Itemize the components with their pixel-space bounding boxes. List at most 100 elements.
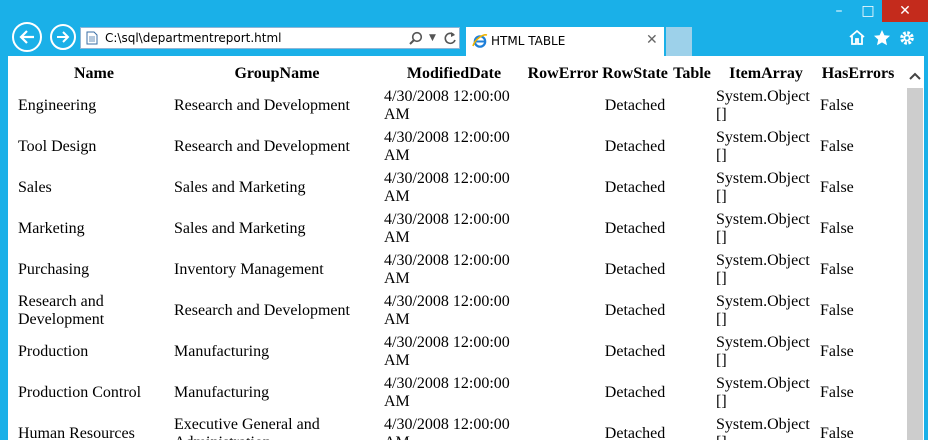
gear-icon[interactable] (898, 29, 916, 52)
cell-groupname: Sales and Marketing (174, 178, 306, 196)
cell-itemarray: System.Object[] (716, 251, 810, 287)
cell-rowstate: Detached (604, 96, 666, 114)
table-row: Production Control Manufacturing 4/30/2008… (16, 372, 898, 413)
header-rowstate: RowState (602, 65, 668, 82)
cell-rowstate: Detached (604, 137, 666, 155)
cell-table (670, 85, 714, 126)
cell-groupname: Manufacturing (174, 342, 270, 360)
cell-rowerror (526, 413, 600, 440)
cell-rowstate: Detached (604, 260, 666, 278)
cell-itemarray: System.Object[] (716, 415, 810, 440)
cell-name: Production (18, 342, 89, 360)
department-table: Name GroupName ModifiedDate RowError Row… (16, 64, 898, 440)
cell-rowstate: Detached (604, 178, 666, 196)
cell-modifieddate: 4/30/2008 12:00:00 AM (384, 169, 510, 205)
header-groupname: GroupName (234, 65, 320, 82)
cell-groupname: Manufacturing (174, 383, 270, 401)
cell-name: Production Control (18, 383, 142, 401)
cell-haserrors: False (820, 137, 854, 155)
tab-close-button[interactable]: ✕ (646, 32, 658, 48)
cell-haserrors: False (820, 383, 854, 401)
cell-name: Marketing (18, 219, 85, 237)
cell-groupname: Executive General and Administration (174, 415, 320, 440)
cell-modifieddate: 4/30/2008 12:00:00 AM (384, 128, 510, 164)
search-icon[interactable] (409, 31, 423, 50)
cell-rowerror (526, 208, 600, 249)
cell-table (670, 126, 714, 167)
table-row: Production Manufacturing 4/30/2008 12:00:0… (16, 331, 898, 372)
page-icon (86, 31, 98, 50)
cell-itemarray: System.Object[] (716, 128, 810, 164)
cell-table (670, 372, 714, 413)
cell-itemarray: System.Object[] (716, 210, 810, 246)
cell-modifieddate: 4/30/2008 12:00:00 AM (384, 374, 510, 410)
table-row: Tool Design Research and Development 4/30/… (16, 126, 898, 167)
cell-rowerror (526, 126, 600, 167)
forward-button[interactable] (50, 24, 76, 50)
cell-groupname: Sales and Marketing (174, 219, 306, 237)
cell-itemarray: System.Object[] (716, 169, 810, 205)
favorites-star-icon[interactable] (873, 29, 891, 51)
arrow-left-icon (19, 30, 34, 44)
ie-icon (472, 33, 488, 54)
cell-table (670, 208, 714, 249)
cell-name: Sales (18, 178, 52, 196)
window-frame-right (924, 56, 928, 440)
cell-rowerror (526, 290, 600, 331)
cell-rowstate: Detached (604, 342, 666, 360)
cell-modifieddate: 4/30/2008 12:00:00 AM (384, 210, 510, 246)
cell-modifieddate: 4/30/2008 12:00:00 AM (384, 292, 510, 328)
cell-groupname: Research and Development (174, 301, 350, 319)
cell-rowstate: Detached (604, 383, 666, 401)
address-bar[interactable]: C:\sql\departmentreport.html ▼ (80, 27, 460, 49)
minimize-button[interactable]: – (824, 0, 854, 22)
close-window-button[interactable]: ✕ (882, 0, 928, 22)
scroll-thumb[interactable] (907, 88, 923, 440)
maximize-button[interactable]: □ (854, 0, 882, 22)
cell-name: Tool Design (18, 137, 97, 155)
cell-modifieddate: 4/30/2008 12:00:00 AM (384, 333, 510, 369)
cell-haserrors: False (820, 342, 854, 360)
tab-title: HTML TABLE (491, 34, 566, 48)
cell-haserrors: False (820, 219, 854, 237)
cell-rowerror (526, 331, 600, 372)
cell-haserrors: False (820, 301, 854, 319)
cell-rowstate: Detached (604, 424, 666, 440)
cell-itemarray: System.Object[] (716, 87, 810, 123)
back-button[interactable] (12, 22, 42, 52)
tab-html-table[interactable]: HTML TABLE ✕ (466, 27, 664, 56)
refresh-icon[interactable] (443, 30, 457, 51)
cell-itemarray: System.Object[] (716, 374, 810, 410)
scroll-up-button[interactable] (906, 66, 924, 86)
cell-name: Engineering (18, 96, 97, 114)
cell-haserrors: False (820, 260, 854, 278)
cell-itemarray: System.Object[] (716, 292, 810, 328)
header-table: Table (673, 65, 711, 82)
cell-rowerror (526, 85, 600, 126)
cell-table (670, 331, 714, 372)
home-icon[interactable] (848, 29, 866, 50)
vertical-scrollbar[interactable] (906, 66, 924, 440)
cell-modifieddate: 4/30/2008 12:00:00 AM (384, 87, 510, 123)
cell-table (670, 290, 714, 331)
chevron-down-icon[interactable]: ▼ (429, 33, 436, 43)
cell-table (670, 249, 714, 290)
cell-modifieddate: 4/30/2008 12:00:00 AM (384, 415, 510, 440)
cell-name: Human Resources (18, 424, 135, 440)
cell-table (670, 413, 714, 440)
cell-name: Research and Development (18, 292, 105, 328)
table-body: Engineering Research and Development 4/30/… (16, 85, 898, 440)
table-row: Marketing Sales and Marketing 4/30/2008 12… (16, 208, 898, 249)
arrow-right-icon (57, 31, 70, 43)
cell-rowerror (526, 167, 600, 208)
cell-rowstate: Detached (604, 301, 666, 319)
window-frame-left (0, 56, 8, 440)
url-text[interactable]: C:\sql\departmentreport.html (105, 31, 282, 45)
cell-groupname: Research and Development (174, 137, 350, 155)
browser-chrome: – □ ✕ C:\sql\departmentreport.html ▼ HTM… (0, 0, 928, 56)
table-row: Sales Sales and Marketing 4/30/2008 12:00:… (16, 167, 898, 208)
cell-haserrors: False (820, 178, 854, 196)
cell-rowerror (526, 249, 600, 290)
new-tab-button[interactable] (666, 27, 692, 56)
table-row: Purchasing Inventory Management 4/30/2008 … (16, 249, 898, 290)
